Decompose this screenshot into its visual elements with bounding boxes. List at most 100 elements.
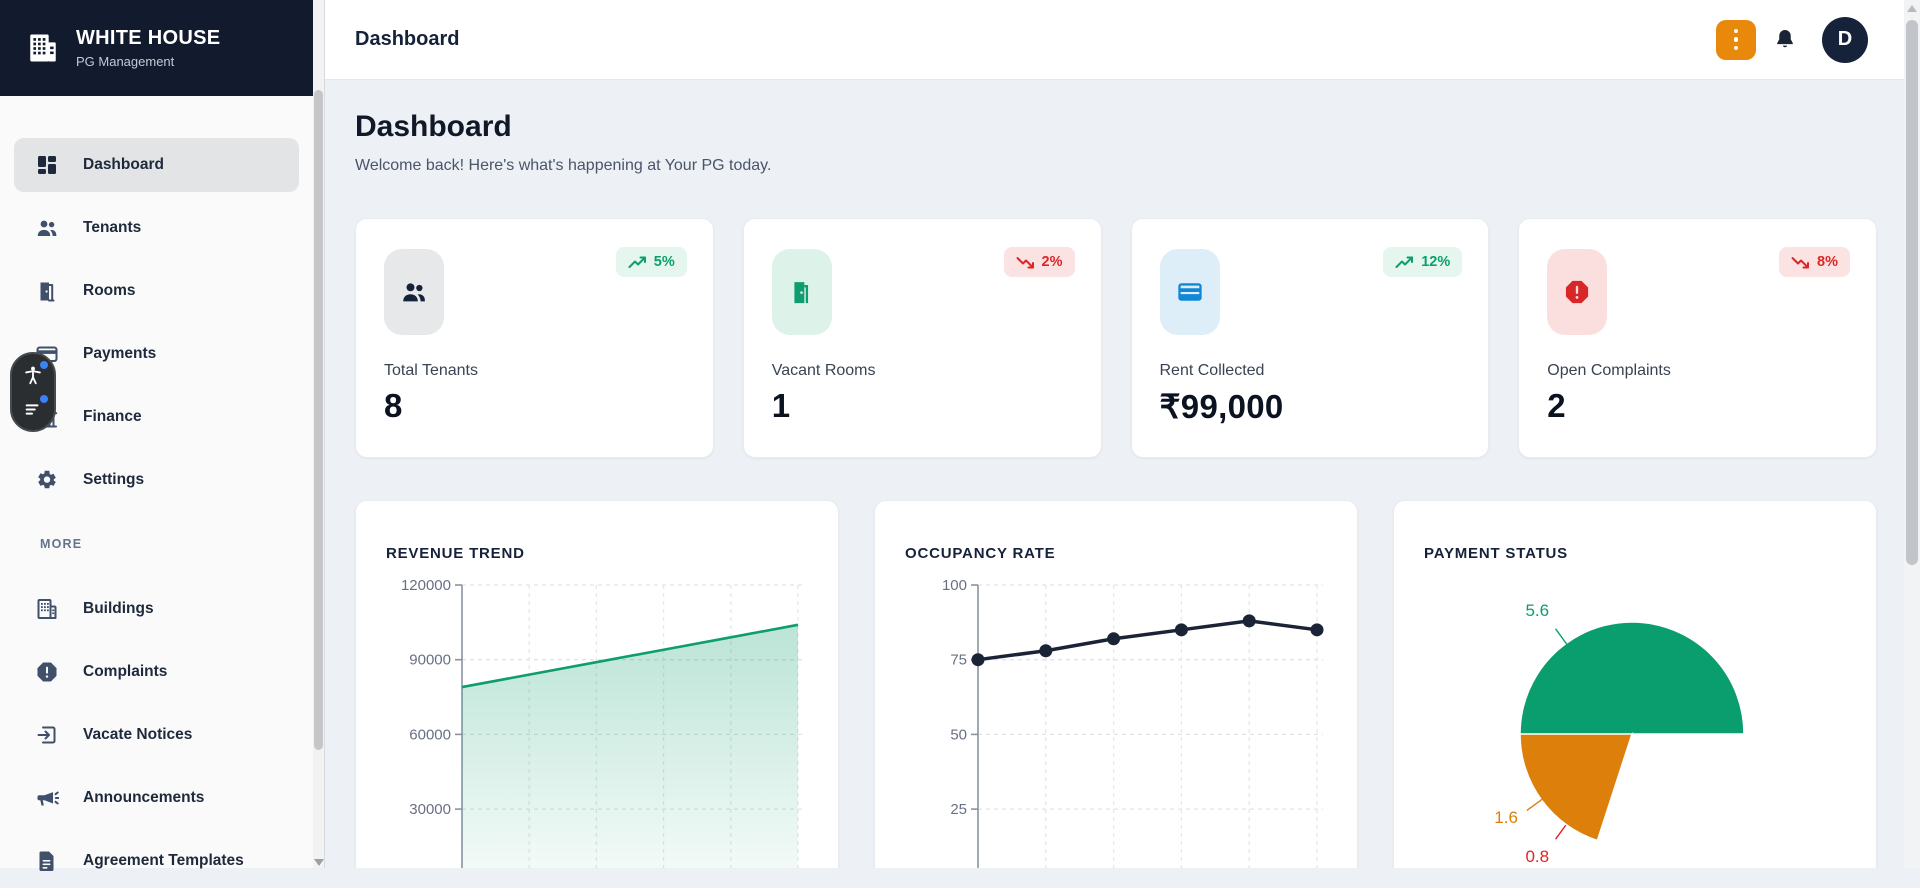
topbar-title: Dashboard (355, 28, 460, 50)
stat-card-rent-collected: 12% Rent Collected ₹99,000 (1130, 218, 1490, 458)
megaphone-icon (37, 791, 59, 806)
sidebar-item-label: Settings (83, 471, 145, 488)
trend-value: 5% (653, 254, 675, 270)
stat-value: ₹99,000 (1159, 388, 1284, 425)
sidebar-item-dashboard[interactable]: Dashboard (14, 138, 299, 192)
trend-value: 12% (1421, 254, 1451, 270)
sidebar-item-buildings[interactable]: Buildings (14, 582, 299, 636)
sidebar-scrollbar[interactable] (313, 0, 324, 868)
sidebar-item-payments[interactable]: Payments (14, 327, 299, 381)
sidebar-item-label: Tenants (83, 219, 142, 236)
scroll-up-arrow[interactable] (1907, 5, 1917, 12)
svg-text:5.6: 5.6 (1525, 601, 1549, 620)
sidebar-divider (324, 0, 325, 868)
sidebar-item-label: Buildings (83, 600, 154, 617)
sidebar-item-label: Rooms (83, 282, 136, 299)
sidebar-item-agreement-templates[interactable]: Agreement Templates (14, 834, 299, 888)
door-icon (40, 282, 55, 302)
trending-up-icon (628, 256, 646, 268)
trend-value: 2% (1041, 254, 1063, 270)
stat-label: Vacant Rooms (771, 362, 876, 379)
dashboard-icon (38, 156, 56, 174)
notification-dot (40, 395, 48, 403)
revenue-trend-chart: 120000 90000 60000 30000 (401, 577, 804, 868)
sidebar-item-label: Finance (83, 408, 142, 425)
sidebar-item-settings[interactable]: Settings (14, 453, 299, 507)
svg-text:30000: 30000 (409, 801, 451, 818)
page-subtitle: Welcome back! Here's what's happening at… (355, 157, 772, 174)
accessibility-icon[interactable] (20, 361, 48, 388)
sidebar-item-complaints[interactable]: Complaints (14, 645, 299, 699)
trend-badge: 2% (1003, 247, 1075, 277)
quick-actions-button[interactable] (1716, 19, 1756, 60)
notifications-bell-icon[interactable] (1772, 27, 1798, 53)
sidebar-item-announcements[interactable]: Announcements (14, 771, 299, 825)
brand[interactable]: WHITE HOUSE PG Management (0, 0, 313, 96)
trending-down-icon (1791, 256, 1810, 268)
trend-value: 8% (1817, 254, 1838, 270)
svg-text:50: 50 (950, 726, 967, 743)
sidebar-item-label: Vacate Notices (83, 726, 193, 743)
trend-badge: 8% (1779, 247, 1850, 277)
stat-card-total-tenants: 5% Total Tenants 8 (355, 218, 714, 458)
occupancy-rate-card: OCCUPANCY RATE 100 75 50 25 (874, 500, 1358, 868)
sidebar-item-finance[interactable]: Finance (14, 390, 299, 444)
stat-label: Rent Collected (1159, 362, 1265, 379)
trending-up-icon (1395, 256, 1414, 268)
alert-icon (1566, 280, 1589, 304)
page-scrollbar-thumb[interactable] (1906, 20, 1918, 565)
svg-text:120000: 120000 (401, 577, 451, 594)
svg-text:90000: 90000 (409, 652, 451, 669)
sidebar-item-label: Announcements (83, 789, 205, 806)
user-avatar[interactable]: D (1822, 16, 1868, 63)
sidebar-item-tenants[interactable]: Tenants (14, 201, 299, 255)
sidebar-scroll-down-arrow[interactable] (314, 859, 324, 866)
accessibility-widget (10, 352, 56, 432)
svg-text:100: 100 (942, 577, 967, 594)
adjustments-icon[interactable] (20, 395, 48, 422)
svg-text:75: 75 (950, 652, 967, 669)
trending-down-icon (1016, 256, 1034, 268)
sidebar-item-label: Payments (83, 345, 157, 362)
users-icon (403, 283, 425, 302)
sidebar-scrollbar-thumb[interactable] (314, 90, 323, 750)
page-title: Dashboard (355, 110, 512, 143)
sidebar-item-label: Dashboard (83, 156, 164, 173)
credit-card-icon (1177, 283, 1202, 301)
sidebar-item-label: Agreement Templates (83, 852, 244, 869)
stats-row: 5% Total Tenants 8 2% Vacant Rooms 1 12% (355, 218, 1877, 458)
stat-label: Total Tenants (384, 362, 478, 379)
document-icon (39, 851, 54, 871)
users-icon (37, 220, 57, 236)
stat-icon-box (1547, 249, 1608, 335)
payment-status-pie-chart: 5.6 0.8 1.6 (1494, 601, 1745, 866)
stat-card-vacant-rooms: 2% Vacant Rooms 1 (742, 218, 1102, 458)
stat-value: 8 (384, 387, 403, 424)
alert-octagon-icon (37, 662, 57, 682)
exit-icon (37, 726, 56, 744)
sidebar: WHITE HOUSE PG Management Dashboard Tena… (0, 0, 313, 871)
charts-row: REVENUE TREND 120000 90000 60000 30000 OCCU… (355, 500, 1877, 868)
trend-badge: 12% (1383, 247, 1463, 277)
sidebar-item-label: Complaints (83, 663, 168, 680)
stat-icon-box (384, 249, 444, 335)
svg-text:1.6: 1.6 (1494, 808, 1518, 827)
sidebar-item-rooms[interactable]: Rooms (14, 264, 299, 318)
stat-value: 1 (771, 387, 791, 424)
svg-text:25: 25 (950, 801, 967, 818)
revenue-trend-card: REVENUE TREND 120000 90000 60000 30000 (355, 500, 839, 868)
trend-badge: 5% (615, 247, 687, 277)
sidebar-section-more: MORE (40, 537, 83, 551)
sidebar-item-vacate-notices[interactable]: Vacate Notices (14, 708, 299, 762)
building-logo-icon (26, 31, 60, 65)
stat-card-open-complaints: 8% Open Complaints 2 (1518, 218, 1877, 458)
stat-icon-box (1159, 249, 1220, 335)
brand-name: WHITE HOUSE (76, 27, 221, 49)
sidebar-nav: Dashboard Tenants Rooms Payments Finance… (0, 96, 313, 888)
stat-value: 2 (1547, 387, 1566, 424)
stat-icon-box (771, 249, 832, 335)
page-scrollbar[interactable] (1904, 0, 1920, 868)
brand-subtitle: PG Management (76, 54, 175, 69)
svg-text:0.8: 0.8 (1525, 847, 1549, 866)
notification-dot (40, 361, 48, 369)
